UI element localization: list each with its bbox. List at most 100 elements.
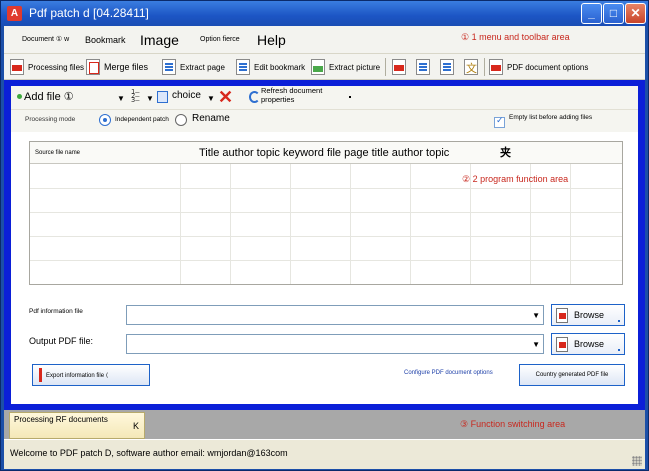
choice-icon <box>157 91 168 103</box>
pdf-tool-button-1[interactable] <box>392 57 410 77</box>
grid-divider <box>570 164 571 284</box>
mode-row: Processing mode Independent patch Rename… <box>11 110 638 132</box>
resize-grip-icon[interactable] <box>632 456 642 466</box>
export-icon <box>39 368 42 382</box>
text-file-icon <box>440 59 454 75</box>
menu-area-annotation: ① 1 menu and toolbar area <box>461 32 570 42</box>
pdf-icon <box>10 59 24 75</box>
browse-dot <box>618 320 620 322</box>
browse-info-button[interactable]: Browse <box>551 304 625 326</box>
tab-close-icon[interactable]: K <box>133 421 139 431</box>
pdf-info-label: Pdf information file <box>29 308 83 315</box>
toolbar-separator <box>385 58 386 76</box>
browse-output-button[interactable]: Browse <box>551 333 625 355</box>
file-toolbar: Add file ① ▼ 1— 2— 3— ▼ choice ▼ ✕ Refresh… <box>11 86 638 110</box>
rename-label: Rename <box>192 113 230 124</box>
browse-dot <box>618 349 620 351</box>
output-pdf-combobox[interactable]: ▼ <box>126 334 544 354</box>
generate-pdf-button[interactable]: Country generated PDF file <box>519 364 625 386</box>
toolbar: Processing files Merge files Extract pag… <box>4 54 645 80</box>
pdf-file-icon <box>556 307 568 323</box>
close-icon: ✕ <box>630 6 641 20</box>
grid-body: ② 2 program function area <box>30 164 622 284</box>
extract-page-button[interactable]: Extract page <box>162 57 225 77</box>
choice-dropdown-arrow[interactable]: ▼ <box>207 94 215 103</box>
document-icon <box>416 59 430 75</box>
menu-bar: Document ① w Bookmark Image Option fierc… <box>4 26 645 54</box>
grid-divider <box>290 164 291 284</box>
browse-label: Browse <box>574 339 605 349</box>
status-text: Welcome to PDF patch D, software author … <box>10 448 288 458</box>
app-icon: A <box>7 6 22 21</box>
close-button[interactable]: ✕ <box>625 3 646 24</box>
menu-bookmark[interactable]: Bookmark <box>85 26 126 54</box>
minimize-icon: _ <box>588 6 595 20</box>
minimize-button[interactable]: _ <box>581 3 602 24</box>
chevron-down-icon[interactable]: ▼ <box>532 311 540 320</box>
maximize-icon: □ <box>609 6 618 20</box>
pdf-tool-button-4[interactable] <box>464 57 482 77</box>
processing-files-button[interactable]: Processing files <box>10 57 84 77</box>
add-icon <box>17 94 22 99</box>
generate-pdf-label: Country generated PDF file <box>535 372 609 378</box>
toolbar-dot <box>349 96 351 98</box>
choice-button[interactable]: choice <box>172 90 201 101</box>
grid-divider <box>230 164 231 284</box>
window-title: Pdf patch d [04.28411] <box>29 6 149 20</box>
export-info-button[interactable]: Export information file ⟨ <box>32 364 150 386</box>
extract-picture-button[interactable]: Extract picture <box>311 57 380 77</box>
pdf-icon <box>392 59 406 75</box>
toolbar-separator <box>484 58 485 76</box>
menu-help[interactable]: Help <box>257 26 286 54</box>
menu-image[interactable]: Image <box>140 26 179 54</box>
pdf-info-combobox[interactable]: ▼ <box>126 305 544 325</box>
refresh-properties-button[interactable]: Refresh document properties <box>261 86 351 104</box>
column-folder[interactable]: 夹 <box>500 142 511 164</box>
add-file-dropdown-arrow[interactable]: ▼ <box>117 94 125 103</box>
function-switch-area: Processing RF documents K ③ Function swi… <box>4 410 645 439</box>
app-window: A Pdf patch d [04.28411] _ □ ✕ Document … <box>0 0 649 471</box>
pdf-file-icon <box>556 336 568 352</box>
rename-radio[interactable] <box>175 114 187 126</box>
refresh-icon <box>249 91 260 103</box>
column-title-author[interactable]: Title author topic keyword file page tit… <box>199 142 449 164</box>
add-file-label: Add file ① <box>24 91 74 103</box>
grid-divider <box>410 164 411 284</box>
pdf-document-options-button[interactable]: PDF document options <box>489 57 588 77</box>
function-panel: Add file ① ▼ 1— 2— 3— ▼ choice ▼ ✕ Refresh… <box>11 86 638 404</box>
pdf-tool-button-3[interactable] <box>440 57 458 77</box>
configure-options-link[interactable]: Configure PDF document options <box>404 370 493 376</box>
sort-dropdown-arrow[interactable]: ▼ <box>146 94 154 103</box>
extract-page-label: Extract page <box>180 62 225 72</box>
remove-icon[interactable]: ✕ <box>218 87 233 108</box>
add-file-button[interactable]: Add file ① <box>17 90 74 103</box>
column-source-file[interactable]: Source file name <box>35 142 80 164</box>
edit-bookmark-label: Edit bookmark <box>254 62 306 72</box>
menu-document[interactable]: Document ① w <box>22 26 69 54</box>
merge-files-button[interactable]: Merge files <box>86 57 148 77</box>
menu-options[interactable]: Option fierce <box>200 26 240 54</box>
chevron-down-icon[interactable]: ▼ <box>532 340 540 349</box>
grid-row-line <box>30 260 622 261</box>
merge-icon <box>86 59 100 75</box>
file-list-grid[interactable]: Source file name Title author topic keyw… <box>29 141 623 285</box>
maximize-button[interactable]: □ <box>603 3 624 24</box>
processing-documents-tab[interactable]: Processing RF documents K <box>9 412 145 439</box>
output-pdf-label: Output PDF file: <box>29 336 94 346</box>
independent-patch-radio[interactable] <box>99 114 111 126</box>
independent-patch-label: Independent patch <box>115 116 169 123</box>
edit-bookmark-button[interactable]: Edit bookmark <box>236 57 305 77</box>
grid-row-line <box>30 188 622 189</box>
export-info-label: Export information file ⟨ <box>46 372 109 379</box>
grid-row-line <box>30 212 622 213</box>
client-area: Document ① w Bookmark Image Option fierc… <box>4 26 645 469</box>
processing-files-label: Processing files <box>28 62 85 72</box>
switch-area-annotation: ③ Function switching area <box>460 419 566 429</box>
chinese-text-icon <box>464 59 478 76</box>
empty-list-checkbox[interactable] <box>494 116 505 128</box>
title-bar[interactable]: A Pdf patch d [04.28411] _ □ ✕ <box>1 1 648 26</box>
processing-mode-label: Processing mode <box>25 116 76 123</box>
extract-picture-label: Extract picture <box>329 62 381 72</box>
sort-list-icon[interactable]: 1— 2— 3— <box>131 89 143 104</box>
pdf-tool-button-2[interactable] <box>416 57 434 77</box>
